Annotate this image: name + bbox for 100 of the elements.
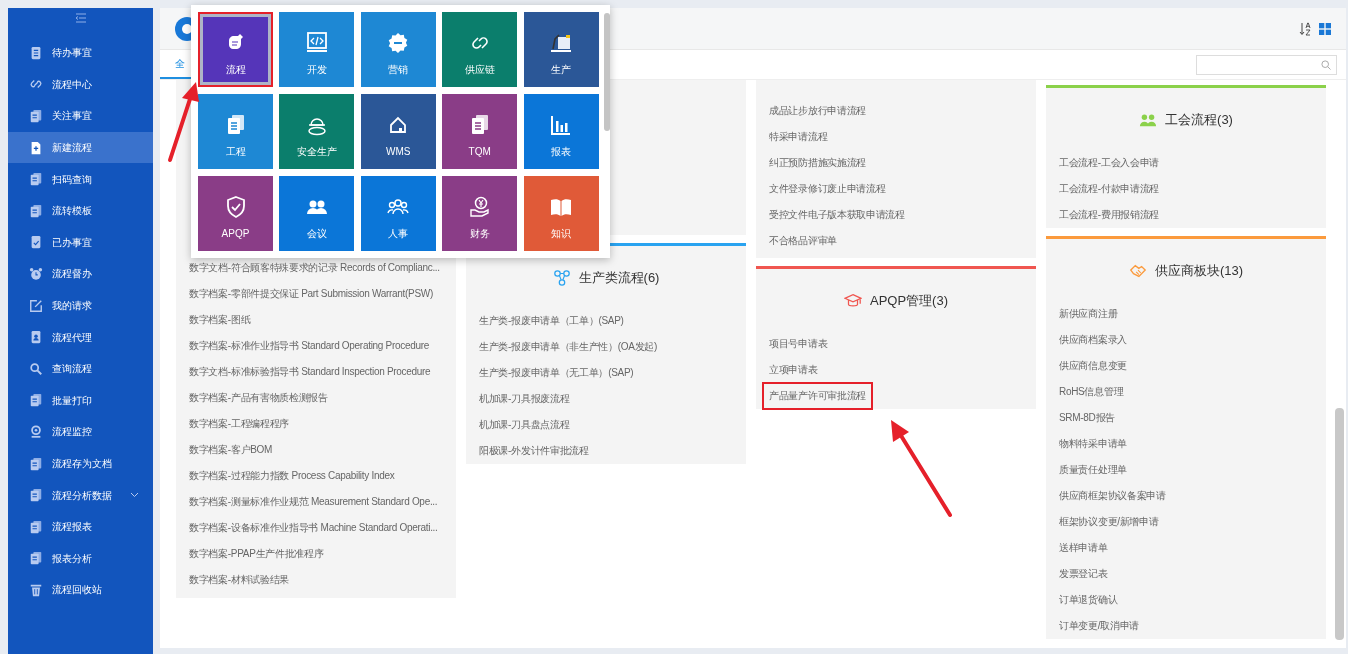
chevron-down-icon	[130, 492, 139, 499]
sidebar-item[interactable]: 流程监控	[8, 416, 153, 448]
workflow-link[interactable]: 生产类-报废申请单（工单）(SAP)	[472, 307, 631, 335]
documents-icon	[29, 393, 43, 408]
workflow-link[interactable]: 供应商档案录入	[1052, 326, 1134, 354]
workflow-link[interactable]: 订单退货确认	[1052, 586, 1125, 614]
search-icon	[29, 361, 43, 376]
workflow-link[interactable]: 不合格品评审单	[762, 227, 844, 255]
sidebar-item[interactable]: 扫码查询	[8, 163, 153, 195]
workflow-link[interactable]: 受控文件电子版本获取申请流程	[762, 201, 912, 229]
workflow-link[interactable]: 产品量产许可审批流程	[762, 382, 873, 410]
sidebar-item[interactable]: 流转模板	[8, 194, 153, 227]
workflow-link[interactable]: 数字档案-PPAP生产件批准程序	[182, 540, 331, 568]
workflow-link[interactable]: 阳极课-外发计件审批流程	[472, 437, 596, 465]
search-icon	[1321, 60, 1331, 70]
workflow-link[interactable]: 框架协议变更/新增申请	[1052, 508, 1166, 536]
workflow-link[interactable]: 数字档案-零部件提交保证 Part Submission Warrant(PSW)	[182, 280, 441, 308]
app-tile[interactable]: 流程	[198, 12, 273, 87]
workflow-link[interactable]: 数字档案-产品有害物质检测报告	[182, 384, 335, 412]
workflow-link[interactable]: 数字档案-测量标准作业规范 Measurement Standard Ope...	[182, 488, 445, 516]
workflow-link[interactable]: 送样申请单	[1052, 534, 1115, 562]
app-tile[interactable]: WMS	[360, 94, 436, 169]
sidebar-item[interactable]: 流程分析数据	[8, 479, 153, 511]
documents-icon	[29, 172, 43, 187]
workflow-link[interactable]: 工会流程-工会入会申请	[1052, 149, 1167, 177]
workflow-link[interactable]: 特采申请流程	[762, 123, 835, 151]
document-icon	[29, 45, 43, 60]
workflow-link[interactable]: 生产类-报废申请单（非生产性）(OA发起)	[472, 333, 665, 361]
coin-hand-icon	[467, 194, 492, 219]
sidebar-item[interactable]: 我的请求	[8, 289, 153, 322]
app-tile[interactable]: 人事	[360, 176, 436, 251]
workflow-link[interactable]: 文件登录修订废止申请流程	[762, 175, 893, 203]
sidebar-item[interactable]: 流程回收站	[8, 574, 153, 606]
documents-icon	[29, 203, 43, 218]
sidebar-item[interactable]: 批量打印	[8, 384, 153, 417]
workflow-link[interactable]: 数字文档-标准标验指导书 Standard Inspection Procedure	[182, 358, 438, 386]
trash-icon	[29, 582, 43, 597]
app-tile[interactable]: 报表	[523, 94, 599, 169]
documents-icon	[29, 109, 43, 123]
app-tile[interactable]: TQM	[442, 94, 518, 169]
sidebar-item[interactable]: 报表分析	[8, 542, 153, 575]
workflow-link[interactable]: 生产类-报废申请单（无工单）(SAP)	[472, 359, 641, 387]
document-check-icon	[29, 235, 43, 250]
workflow-link[interactable]: 数字档案-客户BOM	[182, 436, 280, 464]
workflow-link[interactable]: 机加课-刀具报废流程	[472, 385, 577, 413]
workflow-link[interactable]: SRM-8D报告	[1052, 404, 1122, 432]
grid-view-icon[interactable]	[1319, 22, 1331, 35]
workflow-link[interactable]: 数字档案-材料试验结果	[182, 566, 297, 594]
workflow-link[interactable]: 订单变更/取消申请	[1052, 612, 1147, 640]
app-tile[interactable]: 知识	[523, 176, 599, 251]
sort-az-icon[interactable]	[1299, 21, 1311, 36]
workflow-link[interactable]: 纠正预防措施实施流程	[762, 149, 873, 177]
category-title: 生产类流程(6)	[578, 269, 660, 288]
workflow-link[interactable]: 数字档案-标准作业指导书 Standard Operating Procedure	[182, 332, 436, 360]
scrollbar[interactable]	[1335, 408, 1344, 640]
workflow-link[interactable]: 项目号申请表	[762, 330, 835, 358]
workflow-link[interactable]: 数字文档-符合顾客特殊要求的记录 Records of Complianc...	[182, 254, 447, 282]
sidebar-item[interactable]: 流程报表	[8, 510, 153, 543]
workflow-link[interactable]: 工会流程-费用报销流程	[1052, 201, 1167, 229]
workflow-link[interactable]: 数字档案-过程能力指数 Process Capability Index	[182, 462, 402, 490]
app-tile[interactable]: 安全生产	[279, 94, 355, 169]
documents-icon	[29, 488, 43, 503]
workflow-link[interactable]: 质量责任处理单	[1052, 456, 1134, 484]
workflow-link[interactable]: 工会流程-付款申请流程	[1052, 175, 1167, 203]
app-tile[interactable]: 开发	[279, 12, 355, 87]
app-tile[interactable]: 工程	[198, 94, 273, 169]
sidebar-item[interactable]: 查询流程	[8, 352, 153, 385]
workflow-link[interactable]: RoHS信息管理	[1052, 378, 1131, 406]
network-icon	[552, 269, 571, 287]
documents-icon	[29, 519, 43, 534]
menu-collapse-icon[interactable]	[74, 13, 87, 23]
app-tile[interactable]: 财务	[442, 176, 518, 251]
workflow-link[interactable]: 物料特采申请单	[1052, 430, 1134, 458]
app-tile[interactable]: 营销	[360, 12, 436, 87]
workflow-link[interactable]: 立项申请表	[762, 356, 825, 384]
app-tile[interactable]: 生产	[523, 12, 599, 87]
app-tile[interactable]: 供应链	[442, 12, 518, 87]
workflow-link[interactable]: 数字档案-设备标准作业指导书 Machine Standard Operati...	[182, 514, 445, 542]
sidebar-item[interactable]: 流程存为文档	[8, 447, 153, 480]
workflow-link[interactable]: 供应商框架协议备案申请	[1052, 482, 1173, 510]
category-title: APQP管理(3)	[870, 292, 948, 311]
workflow-link[interactable]: 供应商信息变更	[1052, 352, 1134, 380]
sidebar-item[interactable]: 流程督办	[8, 258, 153, 290]
sidebar-item[interactable]: 已办事宜	[8, 226, 153, 259]
sidebar-item[interactable]: 流程代理	[8, 321, 153, 353]
workflow-link[interactable]: 数字档案-图纸	[182, 306, 258, 334]
sidebar-item[interactable]: 新建流程	[8, 131, 153, 164]
contact-card-icon	[29, 330, 43, 345]
sidebar-item[interactable]: 关注事宜	[8, 100, 153, 132]
workflow-link[interactable]: 机加课-刀具盘点流程	[472, 411, 577, 439]
workflow-link[interactable]: 数字档案-工程编程程序	[182, 410, 297, 438]
workflow-link[interactable]: 成品让步放行申请流程	[762, 97, 873, 125]
app-tile[interactable]: 会议	[279, 176, 355, 251]
sidebar-item[interactable]: 待办事宜	[8, 37, 153, 69]
workflow-link[interactable]: 发票登记表	[1052, 560, 1115, 588]
scrollbar[interactable]	[604, 13, 610, 131]
sidebar-item[interactable]: 流程中心	[8, 68, 153, 101]
search-field[interactable]	[1196, 55, 1337, 75]
workflow-link[interactable]: 新供应商注册	[1052, 300, 1125, 328]
app-tile[interactable]: APQP	[198, 176, 273, 251]
